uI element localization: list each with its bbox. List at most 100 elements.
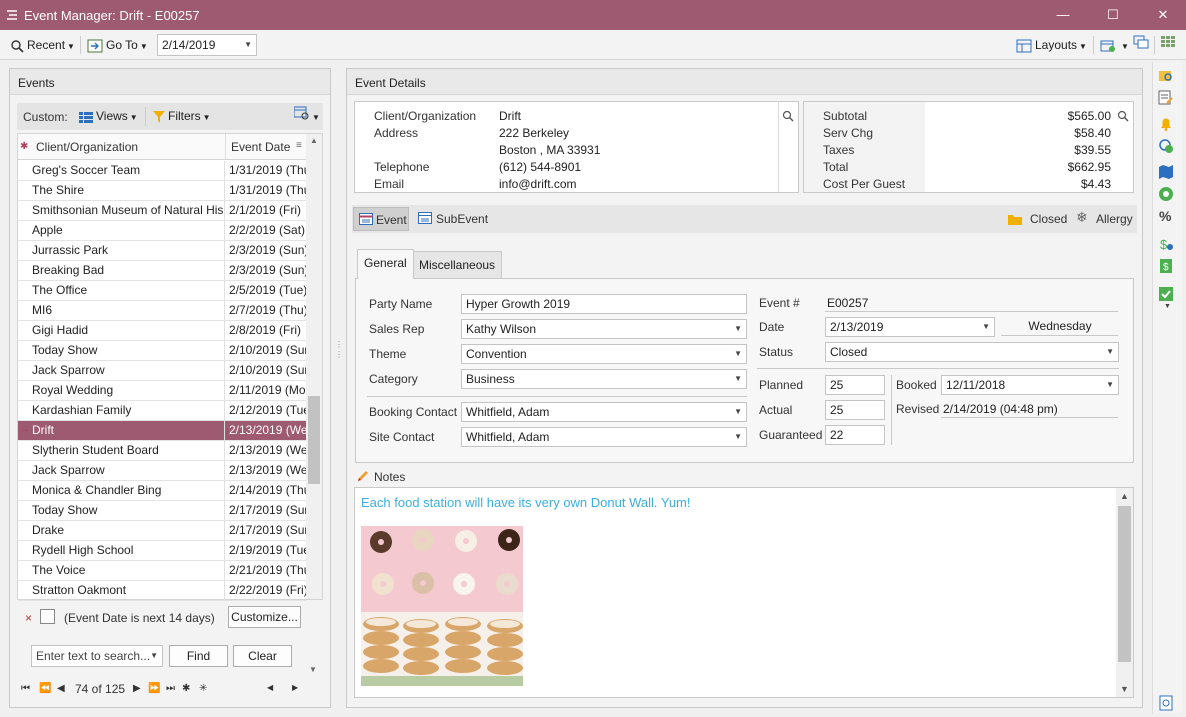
tab-general[interactable]: General [357,249,414,279]
sales-rep-select[interactable]: Kathy Wilson ▼ [461,319,747,339]
closed-status-label[interactable]: Closed [1030,212,1067,226]
close-button[interactable]: ✕ [1140,0,1186,30]
append-record-icon[interactable]: ✱ [182,683,190,694]
maximize-button[interactable]: ☐ [1086,0,1140,30]
find-client-icon[interactable] [1158,68,1174,84]
prev-page-icon[interactable]: ⏪ [39,683,51,694]
cell-client: Royal Wedding [18,381,225,400]
goto-date-input[interactable]: 2/14/2019 ▼ [157,34,257,56]
table-row[interactable]: Smithsonian Museum of Natural His 2/1/201… [18,201,306,221]
payment-icon[interactable]: $ [1158,236,1174,252]
last-record-icon[interactable]: ⏭ [166,683,175,694]
cell-client: Jack Sparrow [18,361,225,380]
guaranteed-input[interactable]: 22 [825,425,885,445]
notes-scrollbar-thumb[interactable] [1118,506,1131,662]
table-row[interactable]: The Shire 1/31/2019 (Thu [18,181,306,201]
prev-record-icon[interactable]: ◀ [57,683,65,694]
more-actions-icon[interactable]: ▼ [1164,303,1171,310]
totals-search-icon[interactable] [1117,110,1129,122]
planned-label: Planned [759,378,804,392]
table-row[interactable]: Breaking Bad 2/3/2019 (Sun) [18,261,306,281]
finance-icon[interactable] [1158,186,1174,202]
new-window-button[interactable]: ▼ [1100,35,1129,55]
first-record-icon[interactable]: ⏮ [21,683,30,694]
category-select[interactable]: Business ▼ [461,369,747,389]
actual-input[interactable]: 25 [825,400,885,420]
party-name-input[interactable]: Hyper Growth 2019 [461,294,747,314]
table-row[interactable]: Today Show 2/10/2019 (Sun [18,341,306,361]
theme-select[interactable]: Convention ▼ [461,344,747,364]
booked-date-input[interactable]: 12/11/2018 ▼ [941,375,1119,395]
customize-button[interactable]: Customize... [228,606,301,628]
table-row[interactable]: Monica & Chandler Bing 2/14/2019 (Thu [18,481,306,501]
scroll-left-icon[interactable]: ◀ [267,683,273,692]
table-row[interactable]: Drake 2/17/2019 (Sun [18,521,306,541]
tab-miscellaneous[interactable]: Miscellaneous [412,251,503,279]
table-row[interactable]: Jack Sparrow 2/10/2019 (Sun [18,361,306,381]
planned-input[interactable]: 25 [825,375,885,395]
app-menu-icon[interactable] [6,9,18,21]
layouts-button[interactable]: Layouts ▼ [1016,35,1087,55]
table-row[interactable]: Apple 2/2/2019 (Sat) [18,221,306,241]
notes-text[interactable]: Each food station will have its very own… [361,495,691,510]
goto-button[interactable]: Go To ▼ [87,35,148,55]
clear-filter-icon[interactable]: × [25,611,32,625]
table-row[interactable]: Royal Wedding 2/11/2019 (Mo [18,381,306,401]
table-row[interactable]: Stratton Oakmont 2/22/2019 (Fri) [18,581,306,601]
checklist-icon[interactable] [1158,286,1174,302]
percent-icon[interactable]: % [1159,208,1171,224]
allergy-label[interactable]: Allergy [1096,212,1133,226]
minimize-button[interactable]: — [1040,0,1086,30]
panel-scroll-down-icon[interactable]: ▼ [309,665,317,674]
column-chooser-button[interactable]: ▼ [293,106,320,126]
splitter-handle[interactable]: ⋮ ⋮ [335,340,343,370]
find-button[interactable]: Find [169,645,228,667]
reminder-bell-icon[interactable] [1158,116,1174,132]
table-row[interactable]: The Voice 2/21/2019 (Thu [18,561,306,581]
table-row[interactable]: Greg's Soccer Team 1/31/2019 (Thu [18,161,306,181]
col-date-header[interactable]: Event Date [231,140,290,154]
table-row[interactable]: Gigi Hadid 2/8/2019 (Fri) [18,321,306,341]
add-contact-icon[interactable] [1158,138,1174,154]
table-row[interactable]: Jurrassic Park 2/3/2019 (Sun) [18,241,306,261]
invoice-icon[interactable]: $ [1158,258,1174,274]
table-row[interactable]: The Office 2/5/2019 (Tue) [18,281,306,301]
next-record-icon[interactable]: ▶ [133,683,141,694]
client-lookup-search-icon[interactable] [782,110,794,122]
filters-button[interactable]: Filters ▼ [153,106,211,126]
map-icon[interactable] [1158,164,1174,180]
notes-editor[interactable]: Each food station will have its very own… [354,487,1134,698]
append-copy-icon[interactable]: ✳ [199,683,207,694]
status-select[interactable]: Closed ▼ [825,342,1119,362]
table-row[interactable]: Slytherin Student Board 2/13/2019 (We [18,441,306,461]
table-row[interactable]: Today Show 2/17/2019 (Sun [18,501,306,521]
table-row[interactable]: Drift 2/13/2019 (We [18,421,306,441]
next-page-icon[interactable]: ⏩ [148,683,160,694]
clear-button[interactable]: Clear [233,645,292,667]
grid-view-button[interactable] [1160,35,1176,55]
site-contact-label: Site Contact [369,430,435,444]
col-client-header[interactable]: Client/Organization [36,140,138,154]
document-preview-icon[interactable] [1158,695,1174,711]
address-label: Address [374,126,419,140]
table-row[interactable]: Rydell High School 2/19/2019 (Tue [18,541,306,561]
event-mode-button[interactable]: Event [353,207,409,231]
email-value[interactable]: info@drift.com [499,177,577,191]
windows-button[interactable] [1133,35,1149,55]
table-row[interactable]: MI6 2/7/2019 (Thu) [18,301,306,321]
booking-contact-select[interactable]: Whitfield, Adam ▼ [461,402,747,422]
site-contact-select[interactable]: Whitfield, Adam ▼ [461,427,747,447]
filter-enable-checkbox[interactable] [40,609,55,624]
notes-scrollbar[interactable]: ▲ ▼ [1116,488,1133,697]
recent-button[interactable]: Recent ▼ [10,35,75,55]
search-input[interactable]: Enter text to search... ▼ [31,645,163,667]
scroll-right-icon[interactable]: ▶ [292,683,298,692]
views-button[interactable]: Views ▼ [79,106,138,126]
event-date-input[interactable]: 2/13/2019 ▼ [825,317,995,337]
table-row[interactable]: Jack Sparrow 2/13/2019 (We [18,461,306,481]
scrollbar-thumb[interactable] [308,396,320,484]
subevent-mode-button[interactable]: SubEvent [416,207,492,231]
edit-notes-icon[interactable] [1158,90,1174,106]
table-row[interactable]: Kardashian Family 2/12/2019 (Tue [18,401,306,421]
events-grid-scrollbar[interactable]: ▲ [306,134,322,599]
